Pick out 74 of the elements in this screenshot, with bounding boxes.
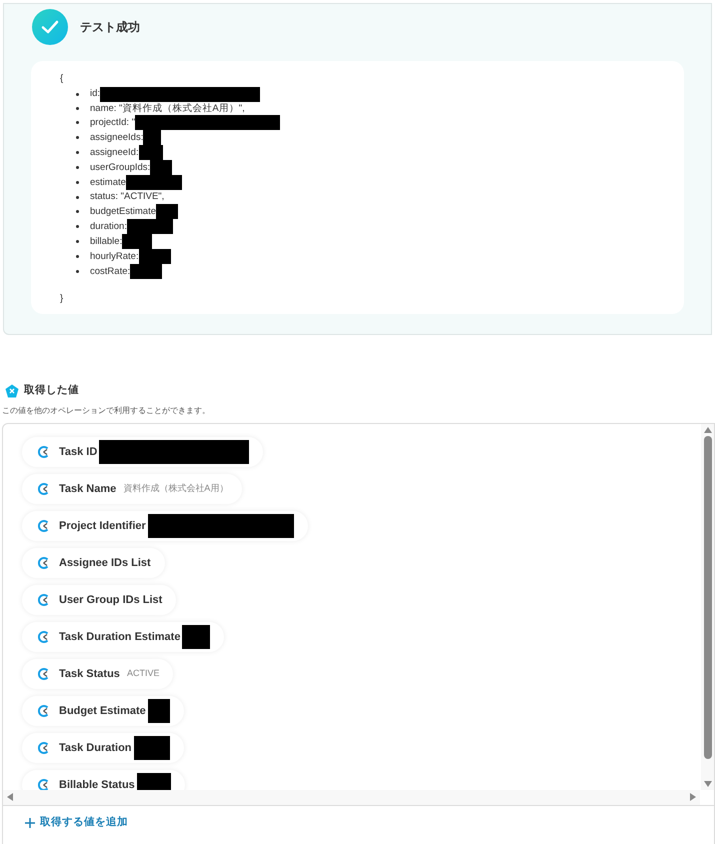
chip-label: Budget Estimate [59, 704, 146, 718]
badge-icon [5, 384, 19, 398]
bullet-icon [76, 225, 79, 228]
chip-label: User Group IDs List [59, 592, 162, 608]
scroll-left-icon[interactable] [7, 793, 13, 802]
value-chip[interactable]: Assignee IDs List [22, 548, 165, 578]
chip-value: 資料作成（株式会社A用） [123, 482, 228, 495]
bullet-icon [76, 196, 79, 199]
value-chip[interactable]: Task Status ACTIVE [22, 658, 174, 689]
logo-icon [38, 446, 50, 458]
vertical-scrollbar[interactable] [701, 424, 714, 790]
json-line: costRate: [90, 264, 130, 278]
bullet-icon [76, 107, 79, 110]
add-value-link[interactable]: 取得する値を追加 [25, 814, 128, 831]
values-description: この値を他のオペレーションで利用することができます。 [1, 404, 210, 417]
logo-icon [38, 742, 50, 754]
bullet-icon [76, 240, 79, 244]
result-title: テスト成功 [80, 19, 140, 36]
value-chip[interactable]: Task Name 資料作成（株式会社A用） [22, 474, 242, 504]
json-line: billable: [90, 234, 122, 248]
chip-label: Task Duration [59, 740, 132, 756]
logo-icon [38, 630, 50, 643]
json-line: hourlyRate: [90, 250, 139, 264]
bullet-icon [76, 181, 79, 184]
bullet-icon [76, 136, 79, 140]
bullet-icon [76, 210, 79, 214]
logo-icon [38, 704, 50, 717]
json-line: duration: [90, 220, 127, 234]
check-icon [32, 9, 68, 45]
json-line: status: "ACTIVE", [90, 190, 164, 204]
value-chip[interactable]: Task Duration Estimate [22, 622, 224, 652]
value-chip[interactable]: Budget Estimate [22, 696, 184, 726]
json-line: assigneeIds: [90, 131, 144, 145]
json-line: name: "資料作成（株式会社A用）", [90, 102, 245, 116]
json-line: userGroupIds: [90, 161, 150, 175]
horizontal-scrollbar[interactable] [3, 790, 700, 805]
chip-label: Task Status [59, 666, 120, 682]
value-chip[interactable]: Project Identifier [22, 510, 308, 541]
json-line: assigneeId: [90, 146, 139, 160]
chip-label: Project Identifier [59, 518, 146, 534]
scroll-down-icon[interactable] [704, 780, 712, 787]
close-brace: } [60, 292, 64, 306]
logo-icon [38, 594, 50, 606]
json-line: estimate [90, 176, 126, 190]
bullet-icon [76, 255, 79, 258]
value-chip[interactable]: Task ID [22, 436, 264, 467]
values-title: 取得した値 [24, 383, 79, 398]
json-line: id: [90, 87, 100, 102]
open-brace: { [60, 72, 64, 86]
logo-icon [38, 520, 50, 532]
value-chip[interactable]: User Group IDs List [22, 584, 176, 615]
bullet-icon [76, 121, 79, 124]
json-line: projectId: " [90, 116, 136, 130]
bullet-icon [76, 270, 79, 274]
logo-icon [38, 778, 50, 790]
json-line: budgetEstimate [90, 204, 156, 218]
chip-value: ACTIVE [126, 667, 160, 680]
chip-label: Task Duration Estimate [59, 630, 180, 644]
plus-icon [25, 818, 35, 828]
bullet-icon [76, 92, 79, 96]
chip-label: Assignee IDs List [59, 556, 151, 570]
value-chip[interactable]: Task Duration [22, 732, 184, 763]
chip-label: Task Name [59, 482, 116, 496]
chip-label: Billable Status [59, 778, 135, 790]
scroll-right-icon[interactable] [690, 793, 696, 802]
scroll-up-icon[interactable] [704, 426, 712, 433]
logo-icon [38, 482, 50, 495]
logo-icon [38, 668, 50, 680]
bullet-icon [76, 166, 79, 170]
logo-icon [38, 556, 50, 569]
bullet-icon [76, 151, 79, 154]
chip-label: Task ID [59, 444, 98, 460]
value-chip[interactable]: Billable Status [22, 770, 185, 790]
scroll-thumb[interactable] [704, 436, 712, 759]
